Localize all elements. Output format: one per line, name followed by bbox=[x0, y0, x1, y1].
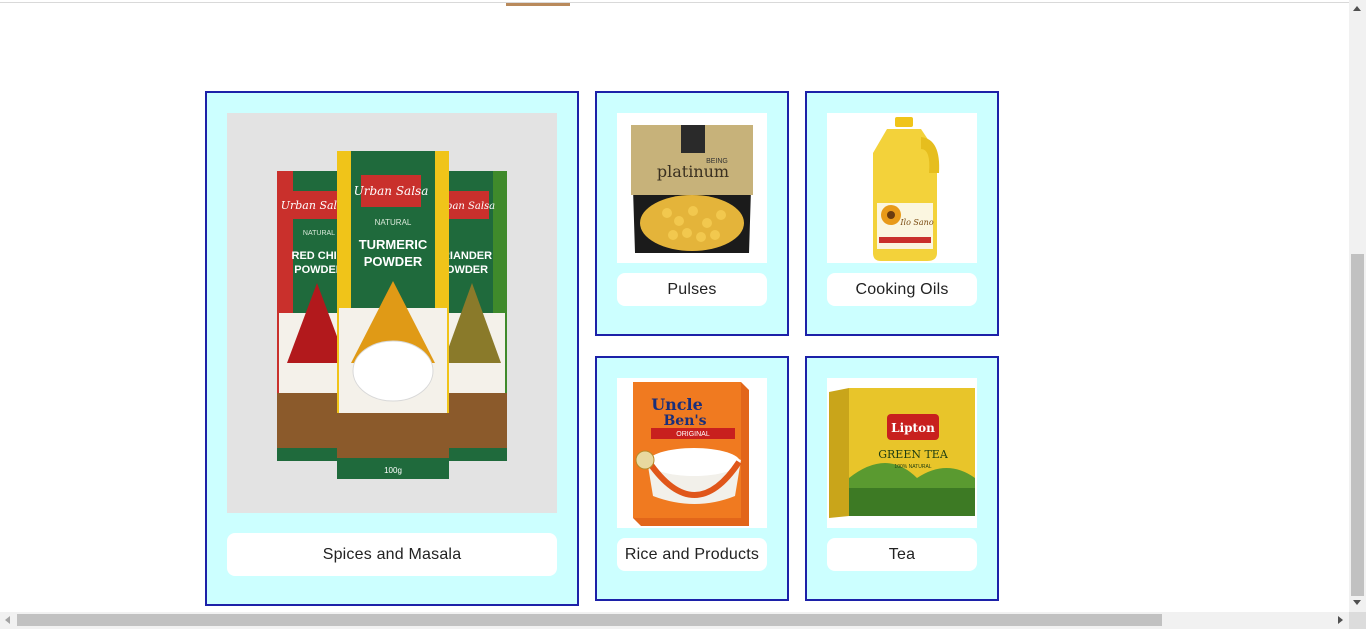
tea-box-image: Lipton GREEN TEA 100% NATURAL bbox=[827, 378, 977, 528]
svg-text:Ben's: Ben's bbox=[663, 413, 706, 429]
svg-text:platinum: platinum bbox=[657, 162, 729, 181]
category-label: Cooking Oils bbox=[827, 273, 977, 306]
scroll-left-arrow-icon[interactable] bbox=[5, 616, 10, 624]
svg-text:NATURAL: NATURAL bbox=[375, 218, 412, 227]
category-card-cooking-oils[interactable]: Ilo Sano Cooking Oils bbox=[805, 91, 999, 336]
category-label: Rice and Products bbox=[617, 538, 767, 571]
horizontal-scroll-thumb[interactable] bbox=[17, 614, 1162, 626]
category-card-spices-and-masala[interactable]: Urban Salsa NATURAL RED CHILI POWDER Urb… bbox=[205, 91, 579, 606]
category-card-pulses[interactable]: BEING platinum Pulses bbox=[595, 91, 789, 336]
spice-packets-image: Urban Salsa NATURAL RED CHILI POWDER Urb… bbox=[227, 113, 557, 513]
pulses-bag-image: BEING platinum bbox=[617, 113, 767, 263]
category-card-rice-and-products[interactable]: Uncle Ben's ORIGINAL Rice and Products bbox=[595, 356, 789, 601]
svg-text:Uncle: Uncle bbox=[651, 395, 703, 414]
rice-box-image: Uncle Ben's ORIGINAL bbox=[617, 378, 767, 528]
svg-text:POWDER: POWDER bbox=[364, 254, 423, 269]
svg-text:POWDER: POWDER bbox=[294, 264, 344, 276]
svg-text:100g: 100g bbox=[384, 466, 402, 475]
svg-text:TURMERIC: TURMERIC bbox=[359, 237, 428, 252]
svg-text:100% NATURAL: 100% NATURAL bbox=[894, 464, 931, 470]
scroll-up-arrow-icon[interactable] bbox=[1353, 6, 1361, 11]
svg-text:NATURAL: NATURAL bbox=[303, 230, 335, 237]
category-label: Spices and Masala bbox=[227, 533, 557, 576]
scrollbar-corner bbox=[1349, 612, 1366, 629]
oil-bottle-image: Ilo Sano bbox=[827, 113, 977, 263]
header-divider bbox=[0, 2, 1349, 3]
svg-text:OWDER: OWDER bbox=[446, 264, 488, 276]
scroll-right-arrow-icon[interactable] bbox=[1338, 616, 1343, 624]
svg-text:ORIGINAL: ORIGINAL bbox=[676, 431, 710, 438]
svg-text:RIANDER: RIANDER bbox=[442, 250, 492, 262]
vertical-scroll-thumb[interactable] bbox=[1351, 254, 1364, 596]
category-label: Pulses bbox=[617, 273, 767, 306]
category-card-tea[interactable]: Lipton GREEN TEA 100% NATURAL Tea bbox=[805, 356, 999, 601]
svg-text:Lipton: Lipton bbox=[891, 421, 935, 435]
category-label: Tea bbox=[827, 538, 977, 571]
svg-text:Urban Salsa: Urban Salsa bbox=[354, 184, 429, 198]
svg-text:GREEN TEA: GREEN TEA bbox=[878, 448, 949, 461]
scroll-down-arrow-icon[interactable] bbox=[1353, 600, 1361, 605]
active-tab-underline bbox=[506, 3, 570, 6]
svg-text:Ilo Sano: Ilo Sano bbox=[899, 218, 933, 227]
